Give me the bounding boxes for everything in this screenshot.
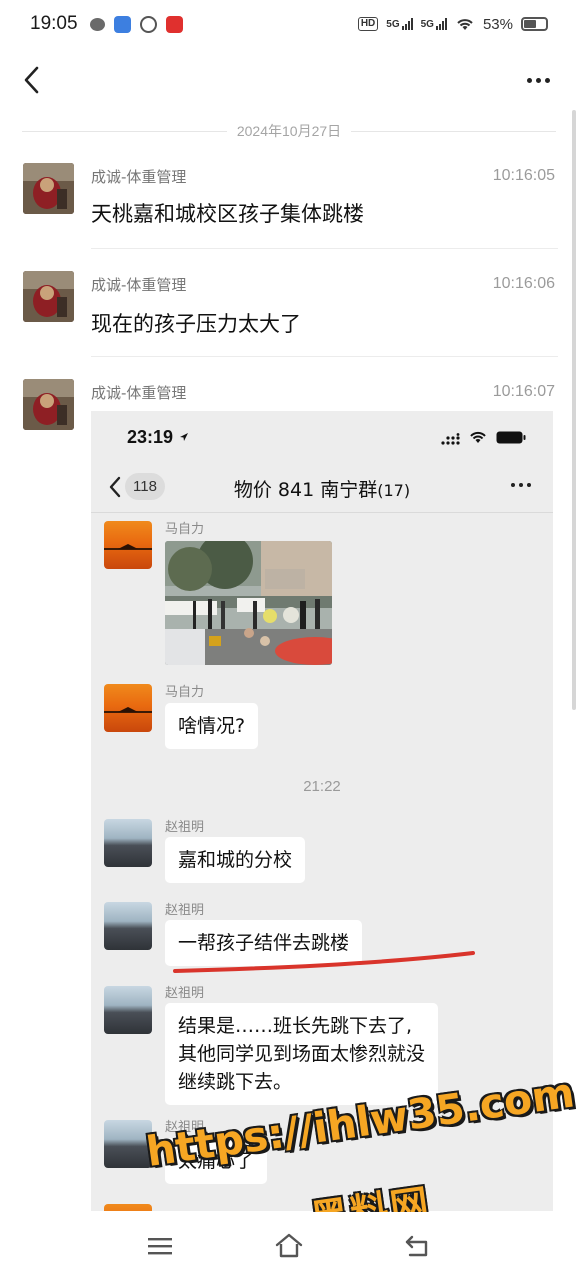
wifi-icon	[457, 19, 473, 30]
chat-bubble: 嘉和城的分校	[165, 837, 306, 883]
list-item[interactable]: 成诚-体重管理 10:16:07	[0, 376, 578, 430]
avatar	[104, 1120, 152, 1168]
status-time: 19:05	[30, 13, 78, 34]
news-app-icon	[165, 15, 183, 33]
chat-bubble-line: 继续跳下去。	[178, 1071, 293, 1093]
avatar	[104, 819, 152, 867]
chat-bubble: 结果是……班长先跳下去了, 其他同学见到场面太惨烈就没 继续跳下去。	[165, 1003, 439, 1105]
date-separator: 2024年10月27日	[22, 120, 557, 142]
group-name: 物价 841 南宁群	[233, 479, 378, 501]
back-button[interactable]	[14, 62, 50, 98]
signal-bars-icon	[435, 18, 447, 30]
screenshot-time: 23:19	[127, 427, 174, 447]
avatar	[104, 902, 152, 950]
chat-bubble-text: 太痛心了	[178, 1150, 255, 1172]
message-time: 10:16:07	[492, 383, 555, 400]
home-button[interactable]	[269, 1226, 309, 1266]
home-icon	[275, 1233, 303, 1258]
battery-icon	[496, 431, 526, 444]
hd-icon: HD	[357, 17, 379, 31]
chat-bubble: 啥情况?	[165, 703, 259, 749]
message-text: 现在的孩子压力太大了	[91, 312, 301, 336]
battery-percent: 53%	[482, 15, 513, 33]
app-notification-icon	[113, 15, 131, 33]
member-count: (17)	[377, 481, 411, 500]
chat-sender-name: 赵祖明	[165, 820, 205, 835]
system-nav-bar	[0, 1212, 578, 1280]
chat-bubble: 太痛心了	[165, 1138, 268, 1184]
avatar[interactable]	[23, 271, 74, 322]
date-label: 2024年10月27日	[236, 123, 342, 139]
message-time: 10:16:06	[492, 275, 555, 292]
chat-bubble-line: 其他同学见到场面太惨烈就没	[178, 1043, 426, 1065]
screenshot-chat-header: 118 物价 841 南宁群(17)	[91, 463, 553, 513]
screenshot-status-bar: 23:19	[91, 411, 553, 461]
chat-header	[0, 56, 578, 108]
network-type-1: 5G	[386, 19, 400, 30]
menu-button[interactable]	[140, 1226, 180, 1266]
chevron-left-icon	[24, 66, 39, 94]
attached-screenshot[interactable]: 23:19 118 物价 841 南宁群(17) 马自力 马自力 啥情况? 21…	[91, 411, 553, 1211]
signal-bars-icon	[401, 18, 413, 30]
chat-bubble-line: 结果是……班长先跳下去了,	[178, 1015, 413, 1037]
list-item[interactable]: 成诚-体重管理 10:16:05 天桃嘉和城校区孩子集体跳楼	[0, 160, 578, 250]
location-arrow-icon	[180, 433, 188, 441]
red-underline-annotation	[173, 951, 475, 973]
status-right: HD 5G 5G 53%	[357, 15, 548, 33]
group-title: 物价 841 南宁群(17)	[91, 475, 553, 502]
chat-photo	[165, 541, 332, 665]
chat-bubble-text: 啥情况?	[178, 715, 246, 737]
more-horizontal-icon	[526, 77, 532, 83]
avatar[interactable]	[23, 379, 74, 430]
chat-sender-name: 赵祖明	[165, 903, 205, 918]
message-text: 天桃嘉和城校区孩子集体跳楼	[91, 202, 364, 226]
notification-icons	[89, 15, 183, 33]
avatar[interactable]	[23, 163, 74, 214]
chat-sender-name: 赵祖明	[165, 1120, 205, 1135]
chat-time-divider: 21:22	[303, 778, 341, 795]
signal-5g-2: 5G	[421, 18, 447, 30]
avatar	[104, 521, 152, 569]
signal-dots-icon	[441, 433, 460, 445]
divider	[91, 248, 558, 249]
chat-sender-name: 赵祖明	[165, 986, 205, 1001]
battery-icon	[521, 17, 548, 31]
wechat-icon	[89, 17, 105, 31]
sync-icon	[139, 15, 157, 33]
signal-5g-1: 5G	[386, 18, 413, 30]
more-horizontal-icon	[511, 483, 531, 487]
avatar	[104, 986, 152, 1034]
status-bar: 19:05 HD 5G 5G 53%	[0, 0, 578, 48]
return-icon	[405, 1235, 428, 1257]
chat-sender-name: 马自力	[165, 522, 205, 537]
avatar	[104, 684, 152, 732]
divider	[91, 356, 558, 357]
sender-name: 成诚-体重管理	[91, 384, 187, 402]
message-time: 10:16:05	[492, 167, 555, 184]
more-button[interactable]	[518, 62, 558, 98]
return-button[interactable]	[398, 1226, 438, 1266]
network-type-2: 5G	[420, 19, 434, 30]
sender-name: 成诚-体重管理	[91, 276, 187, 294]
sender-name: 成诚-体重管理	[91, 168, 187, 186]
chat-sender-name: 马自力	[165, 685, 205, 700]
wifi-icon	[470, 431, 486, 443]
avatar	[104, 1204, 152, 1211]
menu-icon	[148, 1238, 172, 1255]
list-item[interactable]: 成诚-体重管理 10:16:06 现在的孩子压力太大了	[0, 268, 578, 358]
chat-bubble-text: 嘉和城的分校	[178, 849, 293, 871]
